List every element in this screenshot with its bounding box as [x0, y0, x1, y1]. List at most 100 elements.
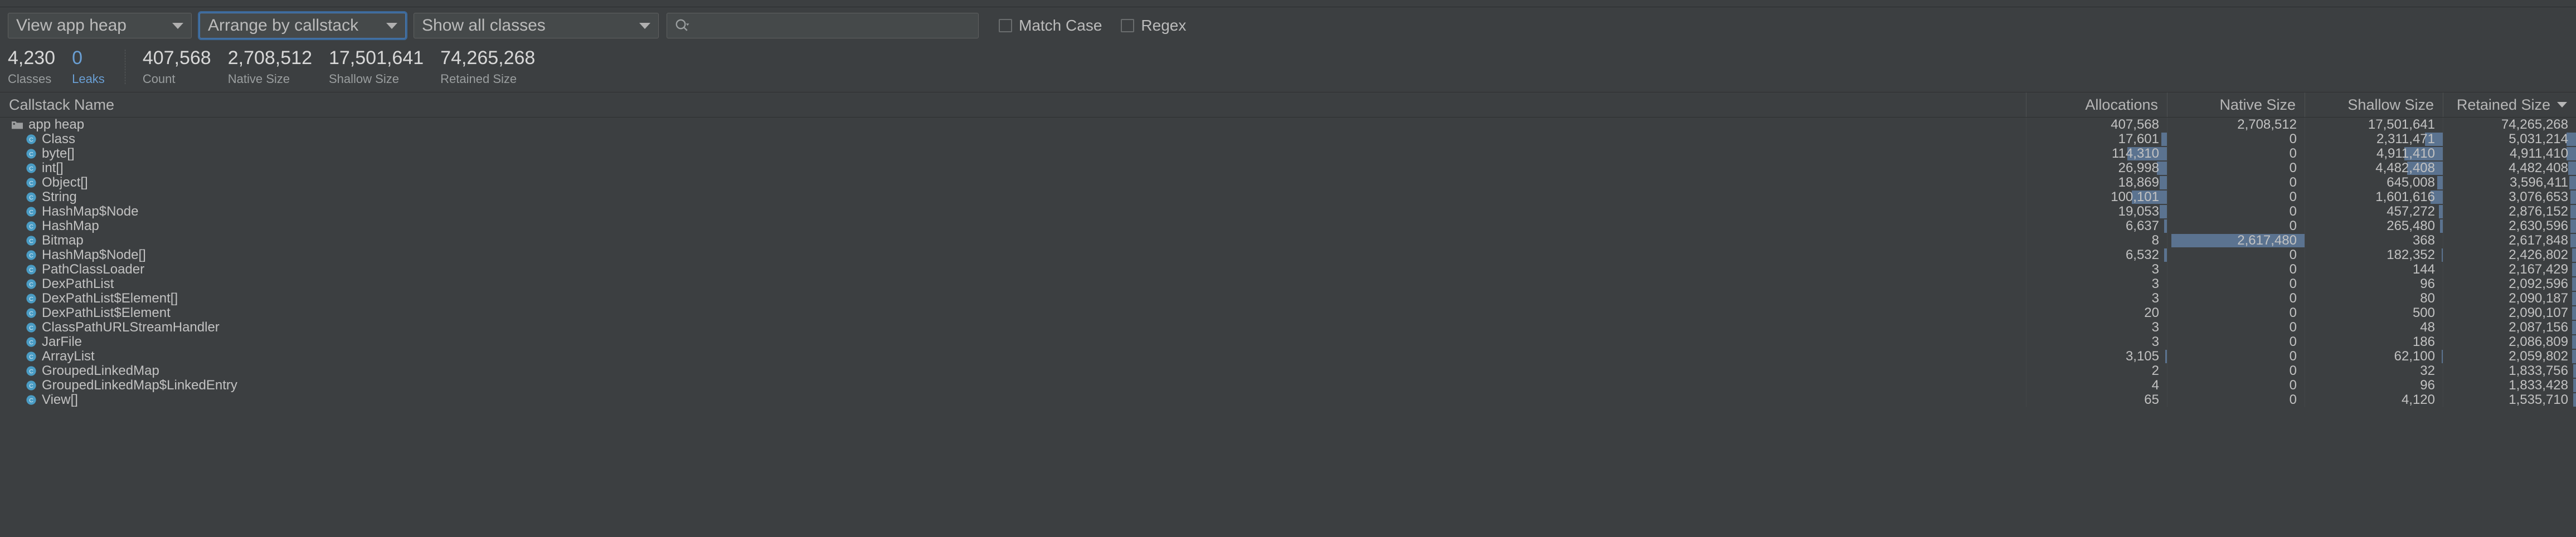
- cell-value: 0: [2289, 305, 2297, 320]
- cell-shallow: 32: [2305, 363, 2443, 378]
- class-icon: C: [26, 265, 36, 275]
- table-row[interactable]: Cint[] 26,998 0 4,482,408 4,482,408: [0, 160, 2576, 175]
- svg-text:C: C: [29, 281, 33, 288]
- column-header-shallow-size[interactable]: Shallow Size: [2305, 92, 2443, 117]
- cell-value: 186: [2412, 334, 2435, 349]
- cell-value: 0: [2289, 204, 2297, 219]
- stat-leaks[interactable]: 0 Leaks: [72, 48, 105, 85]
- cell-native: 0: [2167, 189, 2305, 204]
- value-bar: [2572, 248, 2576, 262]
- table-row[interactable]: Cbyte[] 114,310 0 4,911,410 4,911,410: [0, 146, 2576, 161]
- value-bar: [2573, 379, 2576, 392]
- cell-value: 74,265,268: [2501, 118, 2568, 132]
- table-row[interactable]: app heap 407,568 2,708,512 17,501,641 74,265…: [0, 118, 2576, 132]
- row-label: DexPathList$Element: [42, 306, 171, 320]
- stat-label: Retained Size: [440, 72, 517, 86]
- class-icon: C: [26, 352, 36, 362]
- cell-value: 17,501,641: [2368, 118, 2435, 132]
- svg-text:C: C: [29, 223, 33, 230]
- class-filter-select[interactable]: Show all classes: [414, 13, 659, 38]
- cell-allocations: 3: [2026, 320, 2167, 335]
- cell-value: 1,601,616: [2375, 189, 2435, 204]
- cell-callstack-name: C HashMap: [0, 219, 2026, 233]
- table-row[interactable]: C GroupedLinkedMap$LinkedEntry 4 0 96 1,833,4…: [0, 378, 2576, 393]
- class-icon: C: [26, 380, 36, 390]
- svg-text:C: C: [29, 165, 33, 172]
- table-row[interactable]: C View[] 65 0 4,120 1,535,710: [0, 392, 2576, 407]
- cell-value: 32: [2420, 363, 2435, 378]
- column-header-retained-size[interactable]: Retained Size: [2443, 92, 2576, 117]
- cell-native: 2,617,480: [2167, 233, 2305, 248]
- table-row[interactable]: C HashMap 6,637 0 265,480 2,630,596: [0, 218, 2576, 233]
- stat-label: Shallow Size: [328, 72, 399, 86]
- cell-allocations: 4: [2026, 378, 2167, 393]
- match-case-checkbox[interactable]: Match Case: [999, 17, 1102, 35]
- cell-value: 0: [2289, 334, 2297, 349]
- table-row[interactable]: C Object[] 18,869 0 645,008 3,596,411: [0, 175, 2576, 190]
- heap-summary-stats: 4,230 Classes 0 Leaks 407,568 Count 2,70…: [0, 44, 2576, 92]
- table-row[interactable]: C ArrayList 3,105 0 62,100 2,059,802: [0, 349, 2576, 364]
- stat-value: 17,501,641: [328, 47, 424, 69]
- cell-value: 0: [2289, 262, 2297, 277]
- table-row[interactable]: C DexPathList$Element 20 0 500 2,090,107: [0, 305, 2576, 320]
- row-label: PathClassLoader: [42, 262, 145, 277]
- svg-text:C: C: [29, 383, 33, 389]
- table-row[interactable]: C String 100,101 0 1,601,616 3,076,653: [0, 189, 2576, 204]
- cell-allocations: 2: [2026, 363, 2167, 378]
- search-box[interactable]: [667, 13, 979, 38]
- svg-text:C: C: [29, 238, 33, 245]
- table-row[interactable]: C DexPathList$Element[] 3 0 80 2,090,187: [0, 291, 2576, 306]
- class-icon: C: [26, 178, 36, 188]
- cell-retained: 1,833,428: [2443, 378, 2576, 393]
- cell-value: 2,708,512: [2237, 118, 2297, 132]
- table-row[interactable]: C ClassPathURLStreamHandler 3 0 48 2,087,156: [0, 320, 2576, 335]
- column-header-label: Callstack Name: [9, 96, 115, 113]
- cell-value: 368: [2412, 233, 2435, 248]
- stat-label: Native Size: [227, 72, 290, 86]
- svg-text:C: C: [29, 325, 33, 331]
- cell-native: 0: [2167, 378, 2305, 393]
- class-icon: C: [26, 395, 36, 405]
- table-row[interactable]: C PathClassLoader 3 0 144 2,167,429: [0, 262, 2576, 277]
- column-header-allocations[interactable]: Allocations: [2026, 92, 2167, 117]
- cell-retained: 2,630,596: [2443, 218, 2576, 233]
- cell-value: 0: [2289, 189, 2297, 204]
- cell-callstack-name: app heap: [0, 118, 2026, 132]
- regex-checkbox[interactable]: Regex: [1121, 17, 1186, 35]
- row-label: HashMap: [42, 219, 99, 233]
- table-row[interactable]: C Bitmap 8 2,617,480 368 2,617,848: [0, 233, 2576, 248]
- cell-allocations: 100,101: [2026, 189, 2167, 204]
- cell-shallow: 457,272: [2305, 204, 2443, 219]
- arrange-select[interactable]: Arrange by callstack: [200, 13, 406, 38]
- cell-value: 6,532: [2125, 247, 2159, 262]
- cell-allocations: 407,568: [2026, 118, 2167, 132]
- cell-value: 1,535,710: [2509, 392, 2568, 407]
- cell-retained: 3,596,411: [2443, 175, 2576, 190]
- table-row[interactable]: C HashMap$Node[] 6,532 0 182,352 2,426,802: [0, 247, 2576, 262]
- row-label: HashMap$Node: [42, 204, 139, 219]
- cell-native: 0: [2167, 305, 2305, 320]
- table-row[interactable]: C Class 17,601 0 2,311,471 5,031,214: [0, 131, 2576, 147]
- svg-text:C: C: [29, 368, 33, 375]
- svg-text:C: C: [29, 209, 33, 216]
- row-label: DexPathList: [42, 277, 114, 291]
- table-row[interactable]: C GroupedLinkedMap 2 0 32 1,833,756: [0, 363, 2576, 378]
- heap-select-label: View app heap: [16, 16, 127, 35]
- table-row[interactable]: C JarFile 3 0 186 2,086,809: [0, 334, 2576, 349]
- cell-value: 0: [2289, 146, 2297, 161]
- table-row[interactable]: C DexPathList 3 0 96 2,092,596: [0, 276, 2576, 291]
- heap-select[interactable]: View app heap: [8, 13, 192, 38]
- cell-retained: 4,911,410: [2443, 146, 2576, 161]
- column-header-native-size[interactable]: Native Size: [2167, 92, 2305, 117]
- match-case-label: Match Case: [1019, 17, 1102, 34]
- column-header-callstack-name[interactable]: Callstack Name: [0, 92, 2026, 117]
- table-row[interactable]: C HashMap$Node 19,053 0 457,272 2,876,152: [0, 204, 2576, 219]
- search-input[interactable]: [691, 17, 971, 35]
- checkbox-box: [999, 19, 1012, 32]
- row-label: ArrayList: [42, 349, 95, 364]
- cell-shallow: 4,120: [2305, 392, 2443, 407]
- svg-text:C: C: [29, 180, 33, 187]
- cell-value: 0: [2289, 175, 2297, 190]
- cell-retained: 4,482,408: [2443, 160, 2576, 175]
- value-bar: [2573, 364, 2576, 378]
